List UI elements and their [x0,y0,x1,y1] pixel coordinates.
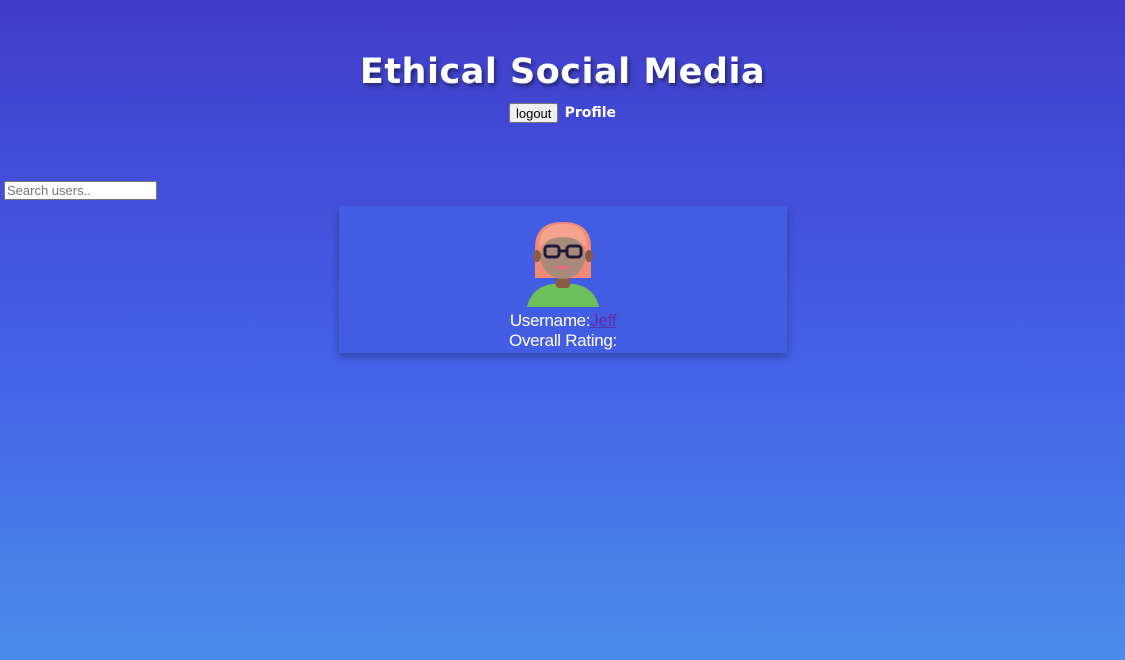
person-avatar-icon [527,222,599,307]
username-row: Username:Jeff [339,311,787,331]
search-users-input[interactable] [4,181,157,200]
rating-row: Overall Rating: [339,331,787,351]
site-title: Ethical Social Media [359,52,766,92]
top-nav: logout Profile [0,103,1125,123]
overall-rating-label: Overall Rating: [509,331,617,350]
user-card: Username:Jeff Overall Rating: [339,206,787,353]
username-label: Username: [509,311,591,330]
username-link[interactable]: Jeff [590,311,616,330]
profile-link[interactable]: Profile [565,105,616,121]
logout-button[interactable]: logout [508,103,559,123]
